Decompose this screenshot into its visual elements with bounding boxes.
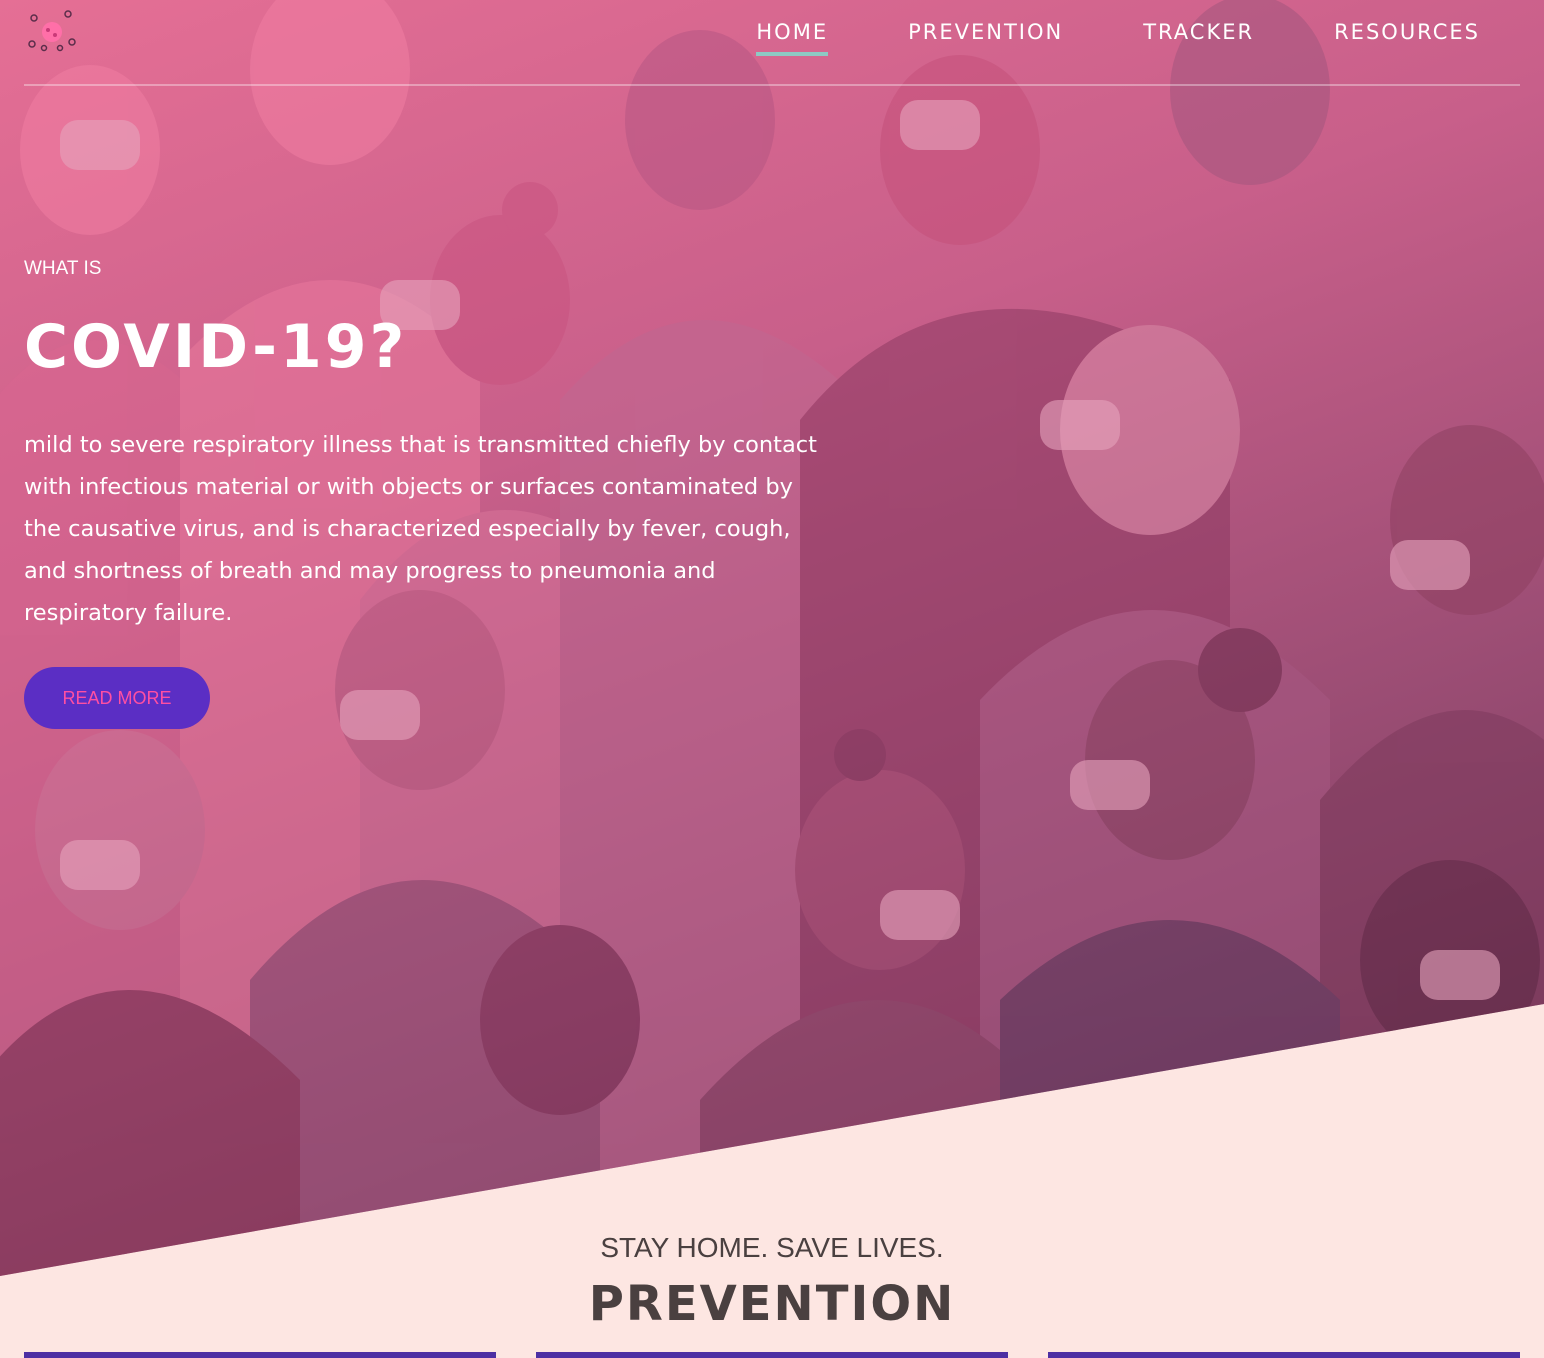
prevention-title: PREVENTION (588, 1276, 956, 1332)
crowd-illustration (0, 0, 1544, 1276)
prevention-tagline: STAY HOME. SAVE LIVES. (600, 1232, 944, 1263)
nav-divider (24, 84, 1520, 86)
page: HOME PREVENTION TRACKER RESOURCES WHAT I… (0, 0, 1544, 1358)
prevention-cards (24, 1352, 1520, 1358)
main-nav: HOME PREVENTION TRACKER RESOURCES (756, 20, 1480, 56)
hero-description: mild to severe respiratory illness that … (24, 432, 817, 626)
nav-tracker[interactable]: TRACKER (1143, 20, 1254, 56)
nav-resources[interactable]: RESOURCES (1334, 20, 1480, 56)
hero-eyebrow: WHAT IS (24, 258, 102, 279)
prevention-card[interactable] (536, 1352, 1008, 1358)
prevention-card[interactable] (24, 1352, 496, 1358)
hero-title: COVID-19? (24, 312, 408, 382)
prevention-card[interactable] (1048, 1352, 1520, 1358)
nav-prevention[interactable]: PREVENTION (908, 20, 1063, 56)
virus-icon[interactable] (26, 8, 78, 52)
nav-home[interactable]: HOME (756, 20, 829, 56)
hero-section: HOME PREVENTION TRACKER RESOURCES WHAT I… (0, 0, 1544, 1276)
read-more-button[interactable]: READ MORE (24, 667, 210, 729)
